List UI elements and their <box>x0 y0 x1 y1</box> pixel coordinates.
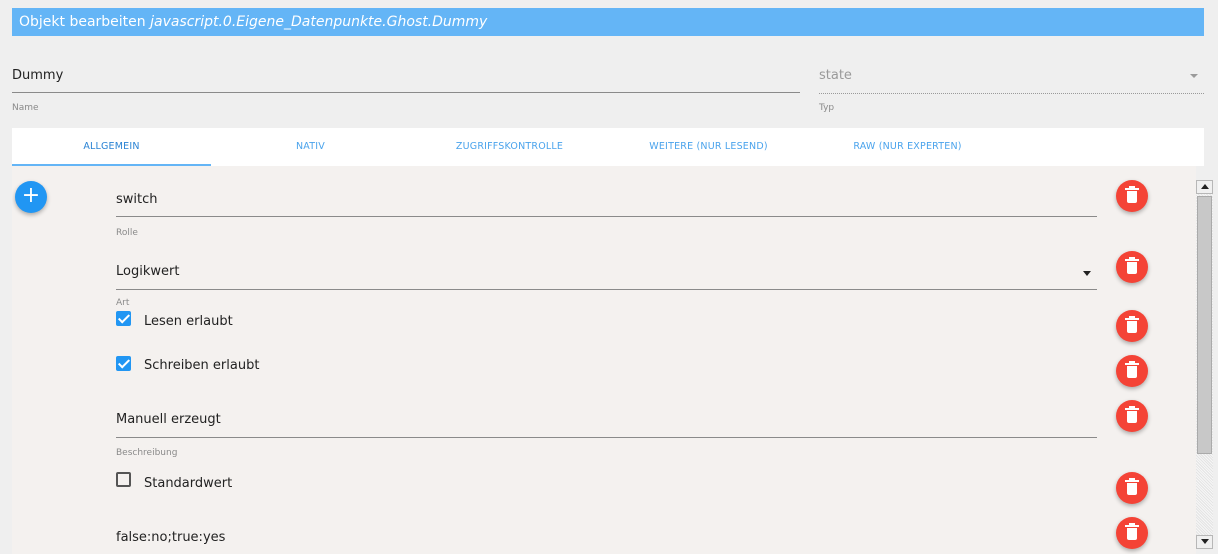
read-allowed-row[interactable]: Lesen erlaubt <box>116 311 1097 333</box>
chevron-down-icon[interactable] <box>1190 74 1198 78</box>
description-field[interactable]: Manuell erzeugt Beschreibung <box>116 410 1097 460</box>
type-underline <box>819 93 1204 94</box>
description-value[interactable]: Manuell erzeugt <box>116 412 221 427</box>
description-underline <box>116 437 1097 438</box>
delete-default-button[interactable] <box>1116 472 1148 504</box>
kind-underline <box>116 289 1097 290</box>
type-value[interactable]: state <box>819 68 852 84</box>
name-underline <box>12 92 800 93</box>
tab-allgemein[interactable]: ALLGEMEIN <box>12 128 211 166</box>
scrollbar-thumb[interactable] <box>1197 196 1212 454</box>
plus-icon: + <box>21 183 41 208</box>
general-tab-content: + switch Rolle Logikwert Art Lesen erlau… <box>12 166 1196 554</box>
delete-states-button[interactable] <box>1116 517 1148 549</box>
scroll-down-arrow-icon[interactable] <box>1196 535 1213 549</box>
tab-bar: ALLGEMEIN NATIV ZUGRIFFSKONTROLLE WEITER… <box>12 128 1204 166</box>
type-label: Typ <box>819 103 835 113</box>
kind-select[interactable]: Logikwert Art <box>116 263 1097 313</box>
default-value-checkbox[interactable] <box>116 472 131 487</box>
dialog-title: Objekt bearbeiten javascript.0.Eigene_Da… <box>12 8 1204 36</box>
dialog-title-prefix: Objekt bearbeiten <box>19 14 146 30</box>
vertical-scrollbar[interactable] <box>1196 180 1213 549</box>
name-value[interactable]: Dummy <box>12 68 63 84</box>
kind-value[interactable]: Logikwert <box>116 264 179 279</box>
states-value[interactable]: false:no;true:yes <box>116 530 225 545</box>
write-allowed-checkbox[interactable] <box>116 356 131 371</box>
tab-zugriffskontrolle[interactable]: ZUGRIFFSKONTROLLE <box>410 128 609 166</box>
tab-raw[interactable]: RAW (NUR EXPERTEN) <box>808 128 1007 166</box>
role-underline <box>116 216 1097 217</box>
description-label: Beschreibung <box>116 448 178 458</box>
write-allowed-row[interactable]: Schreiben erlaubt <box>116 356 1097 378</box>
delete-role-button[interactable] <box>1116 180 1148 212</box>
read-allowed-checkbox[interactable] <box>116 311 131 326</box>
chevron-down-icon[interactable] <box>1083 271 1091 276</box>
role-label: Rolle <box>116 228 138 238</box>
states-field[interactable]: false:no;true:yes <box>116 528 1097 552</box>
name-field[interactable]: Dummy Name <box>12 60 800 120</box>
kind-label: Art <box>116 298 130 308</box>
delete-description-button[interactable] <box>1116 400 1148 432</box>
dialog-title-path: javascript.0.Eigene_Datenpunkte.Ghost.Du… <box>150 14 488 30</box>
tab-weitere[interactable]: WEITERE (NUR LESEND) <box>609 128 808 166</box>
tab-nativ[interactable]: NATIV <box>211 128 410 166</box>
scroll-up-arrow-icon[interactable] <box>1196 180 1213 194</box>
add-attribute-button[interactable]: + <box>15 181 47 213</box>
delete-kind-button[interactable] <box>1116 251 1148 283</box>
role-value[interactable]: switch <box>116 192 158 207</box>
type-select[interactable]: state Typ <box>819 60 1204 120</box>
role-field[interactable]: switch Rolle <box>116 190 1097 240</box>
write-allowed-label: Schreiben erlaubt <box>144 358 260 373</box>
default-value-row[interactable]: Standardwert <box>116 472 1097 494</box>
default-value-label: Standardwert <box>144 476 233 491</box>
read-allowed-label: Lesen erlaubt <box>144 314 233 329</box>
delete-write-button[interactable] <box>1116 355 1148 387</box>
delete-read-button[interactable] <box>1116 310 1148 342</box>
name-label: Name <box>12 103 39 113</box>
